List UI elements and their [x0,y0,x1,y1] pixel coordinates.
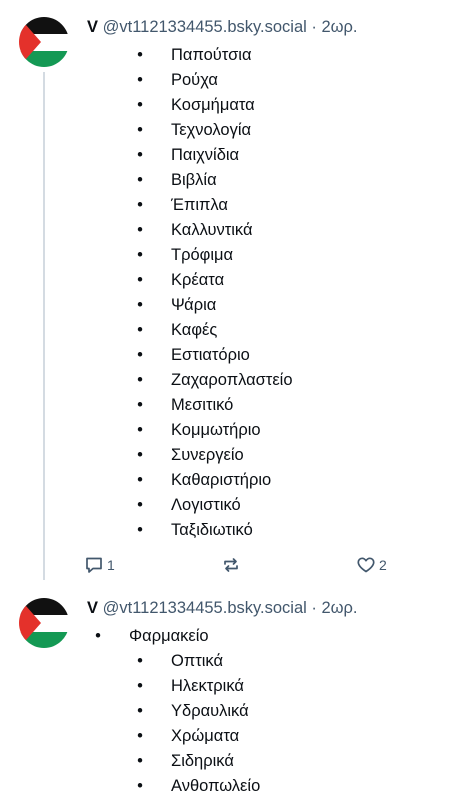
timestamp[interactable]: 2ωρ. [321,18,357,36]
author-handle[interactable]: @vt1121334455.bsky.social [103,599,307,617]
list-item: • Ταξιδιωτικό [137,521,253,539]
like-button[interactable]: 2 [356,555,387,575]
list-item: • Οπτικά [137,652,223,670]
list-item: • Χρώματα [137,727,240,745]
list-item: • Φαρμακείο [95,627,209,645]
palestine-flag-icon [19,17,69,67]
timestamp[interactable]: 2ωρ. [321,599,357,617]
heart-icon [357,557,375,573]
separator: · [311,18,317,36]
list-item: • Καφές [137,321,218,339]
post-header: V @vt1121334455.bsky.social · 2ωρ. [87,17,358,37]
list-item: • Τρόφιμα [137,246,234,264]
repost-icon [224,558,238,572]
like-count: 2 [379,557,387,573]
list-item: • Καθαριστήριο [137,471,272,489]
post-body-sublist: • Οπτικά • Ηλεκτρικά • Υδραυλικά • Χρώματα •… [130,649,260,799]
list-item: • Έπιπλα [137,196,228,214]
list-item: • Καλλυντικά [137,221,253,239]
post-header: V @vt1121334455.bsky.social · 2ωρ. [87,598,358,618]
list-item: • Κομμωτήριο [137,421,261,439]
list-item: • Συνεργείο [137,446,244,464]
avatar[interactable] [19,598,69,648]
repost-button[interactable] [221,555,241,575]
list-item: • Ζαχαροπλαστείο [137,371,293,389]
list-item: • Υδραυλικά [137,702,249,720]
list-item: • Εστιατόριο [137,346,250,364]
list-item: • Βιβλία [137,171,217,189]
palestine-flag-icon [19,598,69,648]
separator: · [311,599,317,617]
list-item: • Κοσμήματα [137,96,255,114]
post-body-list: • Φαρμακείο [88,624,209,649]
list-item: • Παιχνίδια [137,146,240,164]
thread-line [43,72,45,580]
reply-count: 1 [107,557,115,573]
author-handle[interactable]: @vt1121334455.bsky.social [103,18,307,36]
list-item: • Σιδηρικά [137,752,234,770]
post-body-list: • Παπούτσια • Ρούχα • Κοσμήματα • Τεχνολογία… [130,43,293,543]
author-name[interactable]: V [87,599,98,617]
list-item: • Ρούχα [137,71,218,89]
list-item: • Παπούτσια [137,46,252,64]
avatar[interactable] [19,17,69,67]
reply-icon [86,557,102,573]
list-item: • Τεχνολογία [137,121,252,139]
list-item: • Ψάρια [137,296,217,314]
author-name[interactable]: V [87,18,98,36]
list-item: • Κρέατα [137,271,225,289]
list-item: • Ηλεκτρικά [137,677,244,695]
list-item: • Λογιστικό [137,496,241,514]
reply-button[interactable]: 1 [84,555,115,575]
list-item: • Μεσιτικό [137,396,234,414]
